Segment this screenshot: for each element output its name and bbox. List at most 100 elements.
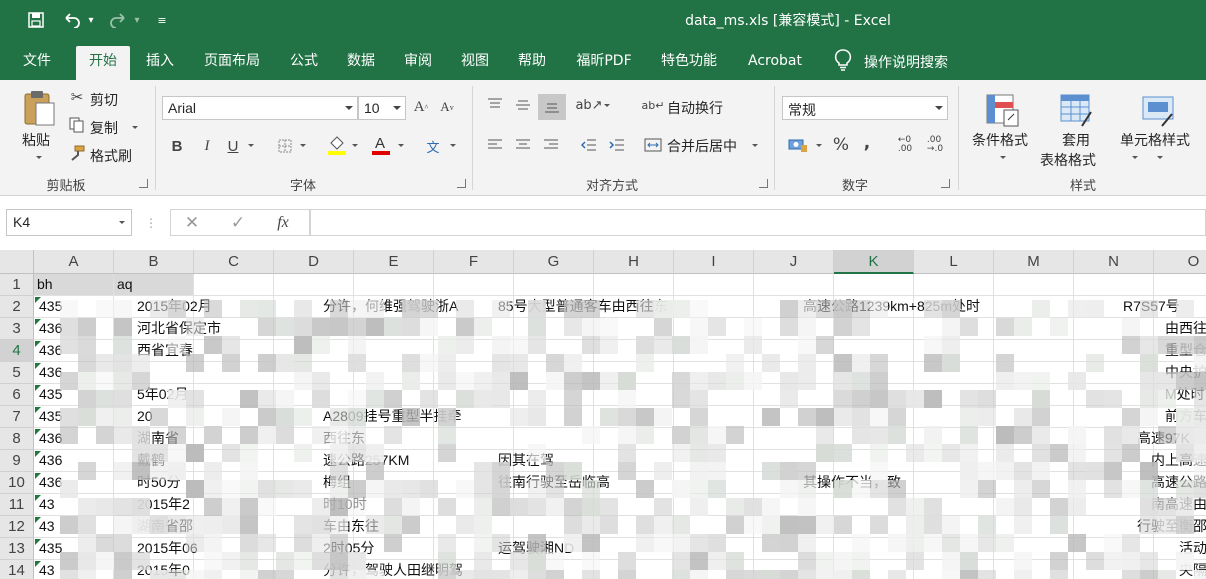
format-as-table-label-2[interactable]: 表格格式	[1040, 150, 1096, 170]
worksheet-grid[interactable]: A B C D E F G H I J K L M N O 1 2 3 4 5 6 7 8 9 10 11 12 13 14 bh aq 43…	[0, 250, 1206, 579]
fill-color-dropdown-icon[interactable]	[352, 144, 358, 147]
column-header-o[interactable]: O	[1154, 250, 1206, 274]
cell-n1[interactable]	[1074, 274, 1154, 296]
column-header-d[interactable]: D	[274, 250, 354, 274]
format-as-table-icon[interactable]	[1056, 90, 1096, 130]
font-launcher-icon[interactable]	[457, 179, 466, 188]
tab-special-features[interactable]: 特色功能	[652, 46, 726, 80]
tab-view[interactable]: 视图	[452, 46, 498, 80]
conditional-formatting-button[interactable]: 条件格式	[972, 130, 1028, 150]
decrease-indent-icon[interactable]	[578, 134, 600, 156]
font-color-icon[interactable]: A	[370, 132, 392, 156]
cell-f1[interactable]	[434, 274, 514, 296]
phonetic-dropdown-icon[interactable]	[450, 144, 456, 147]
copy-dropdown-icon[interactable]	[132, 126, 138, 129]
paste-icon[interactable]	[20, 88, 58, 128]
tab-help[interactable]: 帮助	[509, 46, 555, 80]
accounting-dropdown-icon[interactable]	[816, 144, 822, 147]
column-header-e[interactable]: E	[354, 250, 434, 274]
conditional-formatting-icon[interactable]	[982, 90, 1022, 130]
increase-font-size-icon[interactable]: A ^	[412, 97, 430, 117]
wrap-text-icon[interactable]: ab↵	[642, 94, 665, 116]
cell-styles-icon[interactable]	[1138, 90, 1178, 130]
cell-d1[interactable]	[274, 274, 354, 296]
row-header-6[interactable]: 6	[0, 384, 34, 406]
row-header-1[interactable]: 1	[0, 274, 34, 296]
cell-j1[interactable]	[754, 274, 834, 296]
column-header-c[interactable]: C	[194, 250, 274, 274]
column-header-f[interactable]: F	[434, 250, 514, 274]
enter-icon[interactable]: ✓	[227, 212, 249, 234]
name-box[interactable]: K4	[6, 209, 132, 236]
row-header-7[interactable]: 7	[0, 406, 34, 428]
cell-m1[interactable]	[994, 274, 1074, 296]
orientation-dropdown-icon[interactable]	[604, 104, 610, 107]
formula-input[interactable]	[310, 209, 1206, 236]
paste-dropdown-icon[interactable]	[36, 156, 42, 159]
percent-style-icon[interactable]: %	[830, 134, 852, 156]
paste-label[interactable]: 粘贴	[22, 130, 50, 150]
underline-icon[interactable]: U	[224, 136, 242, 156]
cell-l1[interactable]	[914, 274, 994, 296]
cell-i1[interactable]	[674, 274, 754, 296]
cell-c1[interactable]	[194, 274, 274, 296]
row-header-12[interactable]: 12	[0, 516, 34, 538]
merge-center-icon[interactable]	[642, 134, 664, 156]
row-header-4[interactable]: 4	[0, 340, 34, 362]
tab-foxit-pdf[interactable]: 福昕PDF	[566, 46, 642, 80]
phonetic-guide-icon[interactable]: 文	[422, 134, 444, 158]
fill-color-icon[interactable]	[326, 132, 348, 156]
tell-me-search[interactable]: 操作说明搜索	[864, 52, 948, 72]
row-header-13[interactable]: 13	[0, 538, 34, 560]
font-name-combo[interactable]: Arial	[162, 96, 358, 120]
column-header-a[interactable]: A	[34, 250, 114, 274]
number-launcher-icon[interactable]	[941, 179, 950, 188]
clipboard-launcher-icon[interactable]	[139, 179, 148, 188]
align-left-icon[interactable]	[484, 134, 506, 156]
cut-icon[interactable]: ✂	[68, 88, 86, 106]
accounting-format-icon[interactable]	[786, 134, 810, 156]
cell-styles-dropdown-icon[interactable]	[1157, 156, 1163, 159]
row-header-5[interactable]: 5	[0, 362, 34, 384]
tab-review[interactable]: 审阅	[395, 46, 441, 80]
cell-styles-button[interactable]: 单元格样式	[1120, 130, 1190, 150]
align-center-icon[interactable]	[512, 134, 534, 156]
tab-file[interactable]: 文件	[14, 46, 60, 80]
column-header-h[interactable]: H	[594, 250, 674, 274]
align-bottom-icon[interactable]	[538, 94, 566, 120]
comma-style-icon[interactable]: ,	[860, 132, 874, 154]
increase-indent-icon[interactable]	[606, 134, 628, 156]
font-size-combo[interactable]: 10	[358, 96, 406, 120]
column-header-g[interactable]: G	[514, 250, 594, 274]
select-all-corner[interactable]	[0, 250, 34, 274]
tab-home[interactable]: 开始	[76, 46, 130, 80]
borders-dropdown-icon[interactable]	[300, 144, 306, 147]
align-middle-icon[interactable]	[512, 94, 534, 116]
row-header-9[interactable]: 9	[0, 450, 34, 472]
cell-k1[interactable]	[834, 274, 914, 296]
format-as-table-label-1[interactable]: 套用	[1062, 130, 1090, 150]
cell-e1[interactable]	[354, 274, 434, 296]
row-header-8[interactable]: 8	[0, 428, 34, 450]
column-header-i[interactable]: I	[674, 250, 754, 274]
conditional-dropdown-icon[interactable]	[1000, 156, 1006, 159]
tab-data[interactable]: 数据	[338, 46, 384, 80]
font-color-dropdown-icon[interactable]	[398, 144, 404, 147]
italic-icon[interactable]: I	[198, 136, 216, 156]
lightbulb-icon[interactable]	[834, 49, 852, 71]
table-dropdown-icon[interactable]	[1132, 156, 1138, 159]
column-header-k[interactable]: K	[834, 250, 914, 274]
cell-i7[interactable]	[674, 406, 754, 428]
merge-dropdown-icon[interactable]	[752, 144, 758, 147]
format-painter-button[interactable]: 格式刷	[90, 146, 132, 166]
row-header-2[interactable]: 2	[0, 296, 34, 318]
wrap-text-button[interactable]: 自动换行	[667, 98, 723, 118]
decrease-decimal-icon[interactable]: .00 →.0	[924, 134, 946, 156]
orientation-icon[interactable]: ab↗	[575, 94, 602, 116]
increase-decimal-icon[interactable]: ←0.00	[894, 134, 916, 156]
row-header-14[interactable]: 14	[0, 560, 34, 579]
tab-insert[interactable]: 插入	[137, 46, 183, 80]
cut-button[interactable]: 剪切	[90, 90, 118, 110]
align-top-icon[interactable]	[484, 94, 506, 116]
merge-center-button[interactable]: 合并后居中	[667, 136, 737, 156]
